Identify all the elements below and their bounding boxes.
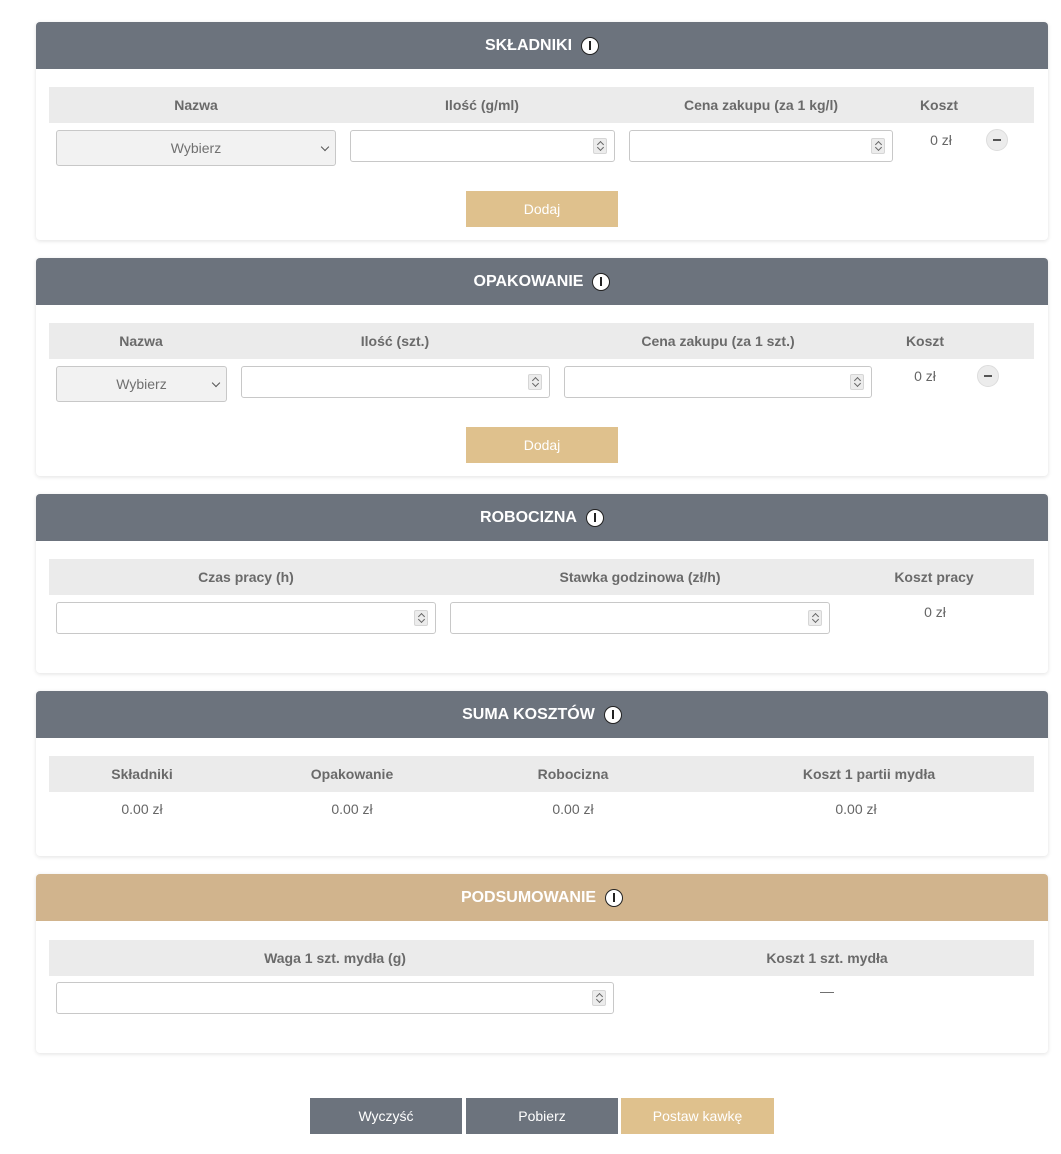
spinner-icon[interactable] xyxy=(592,990,606,1006)
labor-section: ROBOCIZNA Czas pracy (h) Stawka godzinow… xyxy=(36,494,1048,673)
packaging-title: OPAKOWANIE xyxy=(473,272,584,290)
buy-coffee-button[interactable]: Postaw kawkę xyxy=(621,1098,774,1134)
packaging-table-header: Nazwa Ilość (szt.) Cena zakupu (za 1 szt… xyxy=(49,323,1034,359)
info-icon[interactable] xyxy=(592,272,611,291)
packaging-select[interactable]: Wybierz xyxy=(56,366,227,402)
add-ingredient-button[interactable]: Dodaj xyxy=(466,191,618,227)
packaging-quantity-input[interactable] xyxy=(241,366,550,398)
packaging-section: OPAKOWANIE Nazwa Ilość (szt.) Cena zakup… xyxy=(36,258,1048,476)
packaging-cost: 0 zł xyxy=(914,368,936,384)
info-icon[interactable] xyxy=(603,705,622,724)
download-button[interactable]: Pobierz xyxy=(466,1098,618,1134)
ingredients-header: SKŁADNIKI xyxy=(36,22,1048,69)
batch-cost-total: 0.00 zł xyxy=(835,801,877,817)
work-time-input[interactable] xyxy=(56,602,436,634)
col-cost: Koszt xyxy=(905,333,945,349)
remove-row-button[interactable] xyxy=(986,129,1008,151)
col-batch-cost: Koszt 1 partii mydła xyxy=(802,766,936,782)
ingredients-section: SKŁADNIKI Nazwa Ilość (g/ml) Cena zakupu… xyxy=(36,22,1048,240)
price-input[interactable] xyxy=(629,130,893,162)
col-quantity: Ilość (szt.) xyxy=(360,333,430,349)
labor-cost: 0 zł xyxy=(924,604,946,620)
soap-weight-input[interactable] xyxy=(56,982,614,1014)
col-soap-cost: Koszt 1 szt. mydła xyxy=(766,950,888,966)
labor-total: 0.00 zł xyxy=(552,801,594,817)
col-name: Nazwa xyxy=(174,97,218,113)
col-labor: Robocizna xyxy=(537,766,609,782)
labor-header: ROBOCIZNA xyxy=(36,494,1048,541)
soap-unit-cost: — xyxy=(820,983,834,999)
col-soap-weight: Waga 1 szt. mydła (g) xyxy=(264,950,406,966)
packaging-total: 0.00 zł xyxy=(331,801,373,817)
cost-summary-table-header: Składniki Opakowanie Robocizna Koszt 1 p… xyxy=(49,756,1034,792)
summary-title: PODSUMOWANIE xyxy=(460,888,597,906)
ingredients-table-header: Nazwa Ilość (g/ml) Cena zakupu (za 1 kg/… xyxy=(49,87,1034,123)
labor-table-header: Czas pracy (h) Stawka godzinowa (zł/h) K… xyxy=(49,559,1034,595)
chevron-down-icon xyxy=(211,378,221,388)
quantity-input[interactable] xyxy=(350,130,615,162)
packaging-header: OPAKOWANIE xyxy=(36,258,1048,305)
cost-summary-title: SUMA KOSZTÓW xyxy=(462,705,595,723)
clear-button[interactable]: Wyczyść xyxy=(310,1098,462,1134)
spinner-icon[interactable] xyxy=(871,138,885,154)
col-hourly-rate: Stawka godzinowa (zł/h) xyxy=(559,569,721,585)
col-price: Cena zakupu (za 1 kg/l) xyxy=(683,97,839,113)
col-cost: Koszt xyxy=(919,97,959,113)
col-price: Cena zakupu (za 1 szt.) xyxy=(641,333,795,349)
chevron-down-icon xyxy=(320,142,330,152)
packaging-price-input[interactable] xyxy=(564,366,872,398)
add-packaging-button[interactable]: Dodaj xyxy=(466,427,618,463)
col-name: Nazwa xyxy=(119,333,163,349)
summary-table-header: Waga 1 szt. mydła (g) Koszt 1 szt. mydła xyxy=(49,940,1034,976)
info-icon[interactable] xyxy=(585,508,604,527)
ingredients-total: 0.00 zł xyxy=(121,801,163,817)
spinner-icon[interactable] xyxy=(850,374,864,390)
hourly-rate-input[interactable] xyxy=(450,602,830,634)
col-work-time: Czas pracy (h) xyxy=(198,569,294,585)
col-packaging: Opakowanie xyxy=(310,766,394,782)
col-labor-cost: Koszt pracy xyxy=(894,569,974,585)
ingredient-cost: 0 zł xyxy=(930,132,952,148)
summary-section: PODSUMOWANIE Waga 1 szt. mydła (g) Koszt… xyxy=(36,874,1048,1053)
cost-summary-header: SUMA KOSZTÓW xyxy=(36,691,1048,738)
info-icon[interactable] xyxy=(581,36,600,55)
spinner-icon[interactable] xyxy=(593,138,607,154)
spinner-icon[interactable] xyxy=(808,610,822,626)
spinner-icon[interactable] xyxy=(414,610,428,626)
spinner-icon[interactable] xyxy=(528,374,542,390)
packaging-select-value: Wybierz xyxy=(116,376,167,392)
remove-row-button[interactable] xyxy=(977,365,999,387)
cost-summary-section: SUMA KOSZTÓW Składniki Opakowanie Roboci… xyxy=(36,691,1048,856)
col-quantity: Ilość (g/ml) xyxy=(445,97,519,113)
info-icon[interactable] xyxy=(605,888,624,907)
col-ingredients: Składniki xyxy=(111,766,173,782)
ingredients-title: SKŁADNIKI xyxy=(484,36,573,54)
summary-header: PODSUMOWANIE xyxy=(36,874,1048,921)
ingredient-select-value: Wybierz xyxy=(170,140,222,156)
labor-title: ROBOCIZNA xyxy=(480,508,577,526)
ingredient-select[interactable]: Wybierz xyxy=(56,130,336,166)
